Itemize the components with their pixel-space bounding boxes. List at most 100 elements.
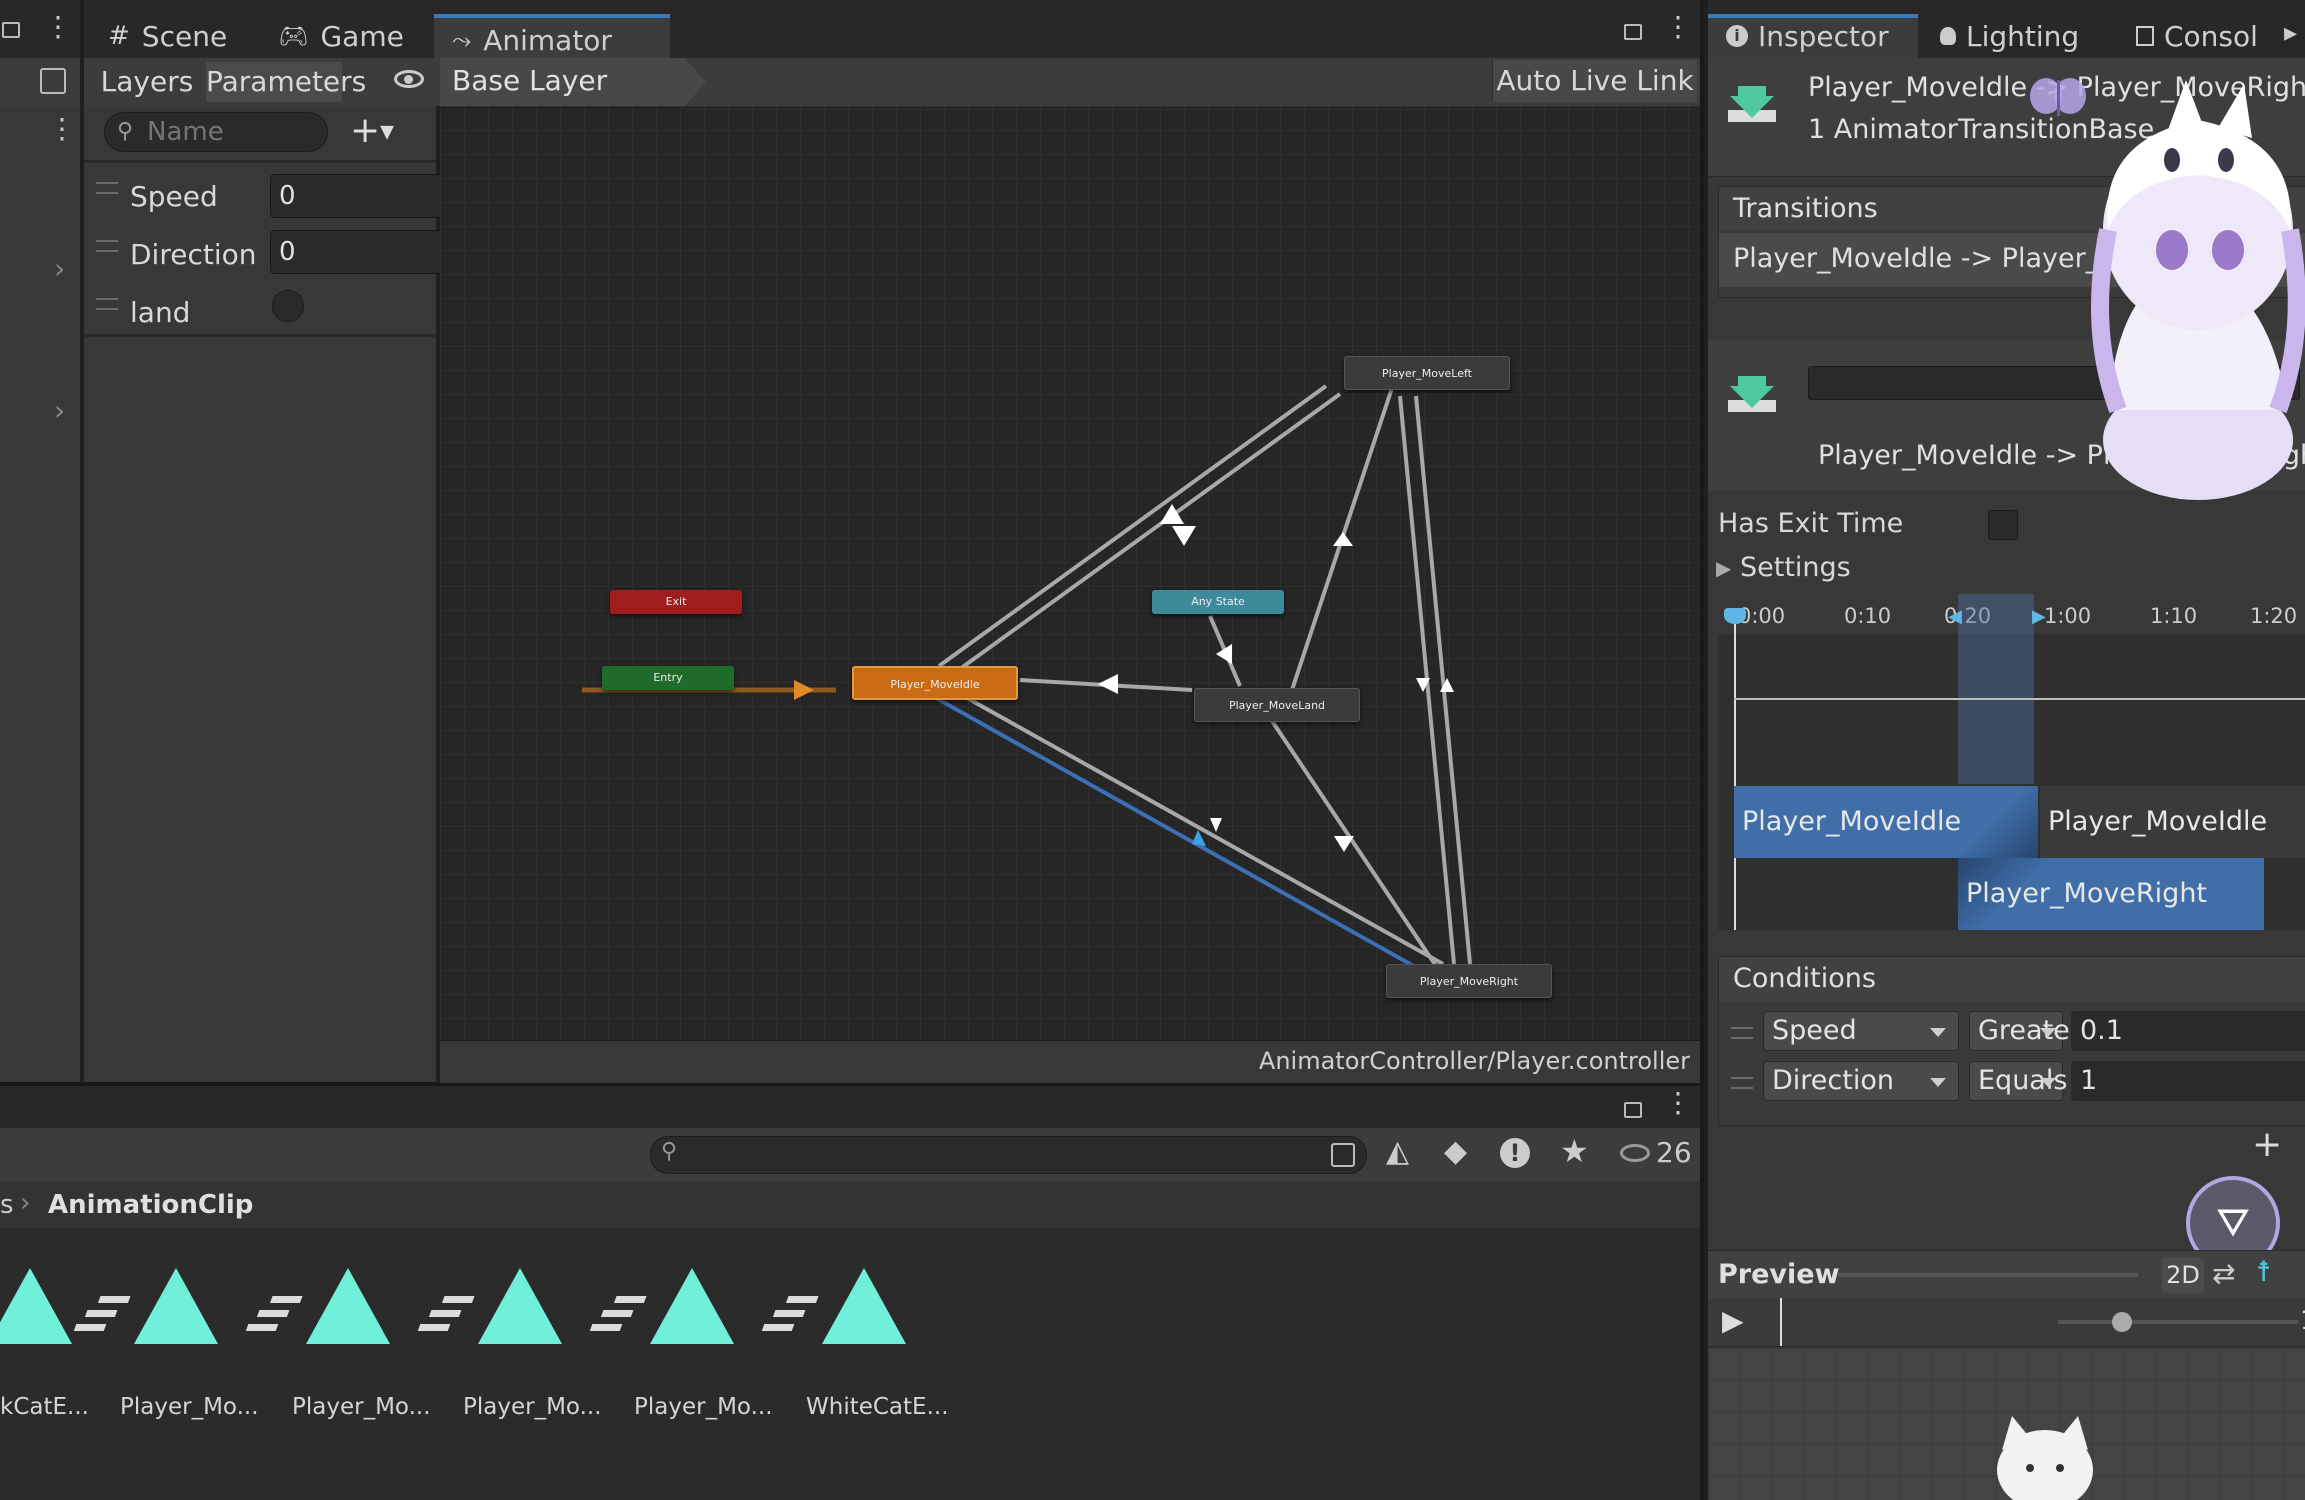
layers-tab-button[interactable]: Layers [90, 62, 204, 102]
maximize-icon[interactable] [1331, 1143, 1355, 1167]
breadcrumb-parent[interactable]: s [0, 1190, 14, 1220]
state-node-player-moveleft[interactable]: Player_MoveLeft [1344, 356, 1510, 390]
condition-mode-dropdown[interactable]: Greater [1969, 1011, 2081, 1051]
kebab-menu-icon[interactable]: ⋮ [1664, 1089, 1692, 1117]
preview-speed-slider-thumb[interactable] [2112, 1312, 2132, 1332]
foldout-arrow-icon[interactable]: ▶ [1716, 556, 1731, 580]
trigger-radio[interactable] [272, 290, 304, 322]
preview-speed-slider-track[interactable] [2058, 1320, 2298, 1324]
transition-left-idle[interactable] [951, 392, 1342, 676]
drag-handle-icon[interactable] [1731, 1077, 1753, 1089]
drag-handle-icon[interactable] [96, 182, 118, 194]
play-icon[interactable]: ▶ [1722, 1304, 1744, 1337]
project-search-field[interactable]: ⚲ [650, 1136, 1367, 1174]
drag-handle-icon[interactable] [96, 240, 118, 252]
preview-playhead[interactable] [1780, 1298, 1782, 1346]
auto-live-link-button[interactable]: Auto Live Link [1492, 60, 1697, 102]
tab-console[interactable]: Consol [2136, 14, 2258, 58]
add-condition-button[interactable]: + [2252, 1124, 2282, 1165]
kebab-menu-icon[interactable]: ⋮ [1664, 13, 1692, 41]
parameter-value-field[interactable]: 0 [270, 174, 456, 218]
state-node-exit[interactable]: Exit [610, 590, 742, 614]
animation-clip-icon[interactable] [73, 1268, 218, 1344]
tab-scene[interactable]: # Scene [90, 14, 245, 58]
kebab-menu-icon[interactable]: ⋮ [44, 13, 72, 41]
parameter-search-field[interactable]: ⚲ [104, 112, 328, 152]
condition-parameter-dropdown[interactable]: Speed [1763, 1011, 1959, 1051]
eye-icon[interactable] [1620, 1144, 1650, 1162]
condition-mode-dropdown[interactable]: Equals [1969, 1061, 2067, 1101]
preview-2d-toggle[interactable]: 2D [2162, 1257, 2204, 1293]
chevron-right-icon[interactable]: ▸ [2284, 18, 2297, 48]
transition-right-idle[interactable] [941, 682, 1444, 966]
has-exit-time-checkbox[interactable] [1988, 510, 2018, 540]
breadcrumb[interactable]: Base Layer [440, 58, 706, 106]
timeline-clip-source-loop[interactable]: Player_MoveIdle [2040, 786, 2305, 858]
dropdown-arrow-icon [2040, 1028, 2056, 1037]
asset-label[interactable]: kCatE... [0, 1394, 89, 1420]
preview-splitter[interactable] [1838, 1273, 2138, 1277]
lock-icon[interactable] [1624, 24, 1642, 40]
asset-label[interactable]: Player_Mo... [292, 1394, 431, 1420]
maximize-icon[interactable] [40, 68, 66, 94]
condition-threshold-field[interactable]: 0.1 [2071, 1011, 2305, 1051]
animation-clip-icon[interactable] [417, 1268, 562, 1344]
state-node-player-moveidle[interactable]: Player_MoveIdle [852, 666, 1018, 700]
animation-clip-icon[interactable] [0, 1268, 72, 1344]
condition-parameter-dropdown[interactable]: Direction [1763, 1061, 1959, 1101]
timeline-tick-label: 1:10 [2150, 604, 2198, 628]
add-parameter-button[interactable]: +▼ [350, 110, 394, 151]
drag-handle-icon[interactable] [1731, 1027, 1753, 1039]
parameter-search-input[interactable] [145, 115, 319, 149]
playhead-marker-icon[interactable] [1724, 608, 1746, 624]
pivot-icon[interactable]: ⇄ [2212, 1257, 2235, 1290]
asset-label[interactable]: Player_Mo... [634, 1394, 773, 1420]
tab-animator[interactable]: ⤳ Animator [434, 14, 670, 62]
lock-icon[interactable] [2, 22, 20, 38]
transition-idle-left[interactable] [937, 384, 1328, 668]
settings-foldout[interactable]: Settings [1740, 552, 1851, 583]
transition-idle-right-selected[interactable] [935, 696, 1436, 980]
state-machine-canvas[interactable] [440, 106, 1700, 1046]
filter-by-label-icon[interactable]: ◆ [1444, 1134, 1467, 1169]
tab-game[interactable]: 🎮︎ Game [260, 14, 422, 58]
state-node-player-moveland[interactable]: Player_MoveLand [1194, 688, 1360, 722]
avatar-icon[interactable]: ☨ [2256, 1255, 2271, 1288]
animation-clip-icon[interactable] [589, 1268, 734, 1344]
condition-row[interactable]: Direction Equals 1 [1719, 1057, 2305, 1105]
asset-label[interactable]: Player_Mo... [120, 1394, 259, 1420]
favorite-star-icon[interactable]: ★ [1560, 1132, 1589, 1170]
transition-start-handle-icon[interactable]: ◀ [1948, 606, 1962, 627]
state-node-player-moveright[interactable]: Player_MoveRight [1386, 964, 1552, 998]
transition-overlap-region[interactable] [1958, 594, 2034, 784]
transition-land-right[interactable] [1268, 716, 1438, 968]
state-node-entry[interactable]: Entry [602, 666, 734, 690]
condition-threshold-field[interactable]: 1 [2071, 1061, 2305, 1101]
lock-icon[interactable] [1624, 1102, 1642, 1118]
condition-row[interactable]: Speed Greater 0.1 [1719, 1007, 2305, 1055]
transition-end-handle-icon[interactable]: ▶ [2032, 606, 2046, 627]
animation-clip-icon[interactable] [761, 1268, 906, 1344]
filter-by-type-icon[interactable]: ◭ [1386, 1134, 1409, 1169]
kebab-menu-icon[interactable]: ⋮ [48, 112, 76, 145]
parameter-value-field[interactable]: 0 [270, 230, 456, 274]
chevron-right-icon[interactable]: › [54, 252, 65, 285]
asset-label[interactable]: Player_Mo... [463, 1394, 602, 1420]
parameters-tab-button[interactable]: Parameters [206, 62, 366, 102]
warning-icon[interactable]: ! [1500, 1138, 1530, 1168]
chevron-right-icon[interactable]: › [54, 394, 65, 427]
timeline-clip-destination[interactable]: Player_MoveRight [1958, 858, 2264, 930]
state-node-any-state[interactable]: Any State [1152, 590, 1284, 614]
tab-lighting[interactable]: Lighting [1940, 14, 2079, 58]
parameter-row-direction[interactable]: Direction 0 [84, 226, 456, 284]
transition-timeline[interactable]: 0:00 0:10 0:20 1:00 1:10 1:20 ◀ ▶ Player… [1718, 594, 2305, 930]
timeline-clip-source[interactable]: Player_MoveIdle [1734, 786, 2038, 858]
tab-inspector[interactable]: i Inspector [1726, 14, 1889, 58]
preview-viewport[interactable] [1708, 1348, 2305, 1500]
animator-graph[interactable]: Exit Entry Any State Player_MoveIdle Pla… [440, 106, 1700, 1046]
animation-clip-icon[interactable] [245, 1268, 390, 1344]
drag-handle-icon[interactable] [96, 298, 118, 310]
parameter-row-speed[interactable]: Speed 0 [84, 168, 456, 226]
breadcrumb-current[interactable]: AnimationClip [48, 1190, 253, 1220]
asset-label[interactable]: WhiteCatE... [806, 1394, 949, 1420]
